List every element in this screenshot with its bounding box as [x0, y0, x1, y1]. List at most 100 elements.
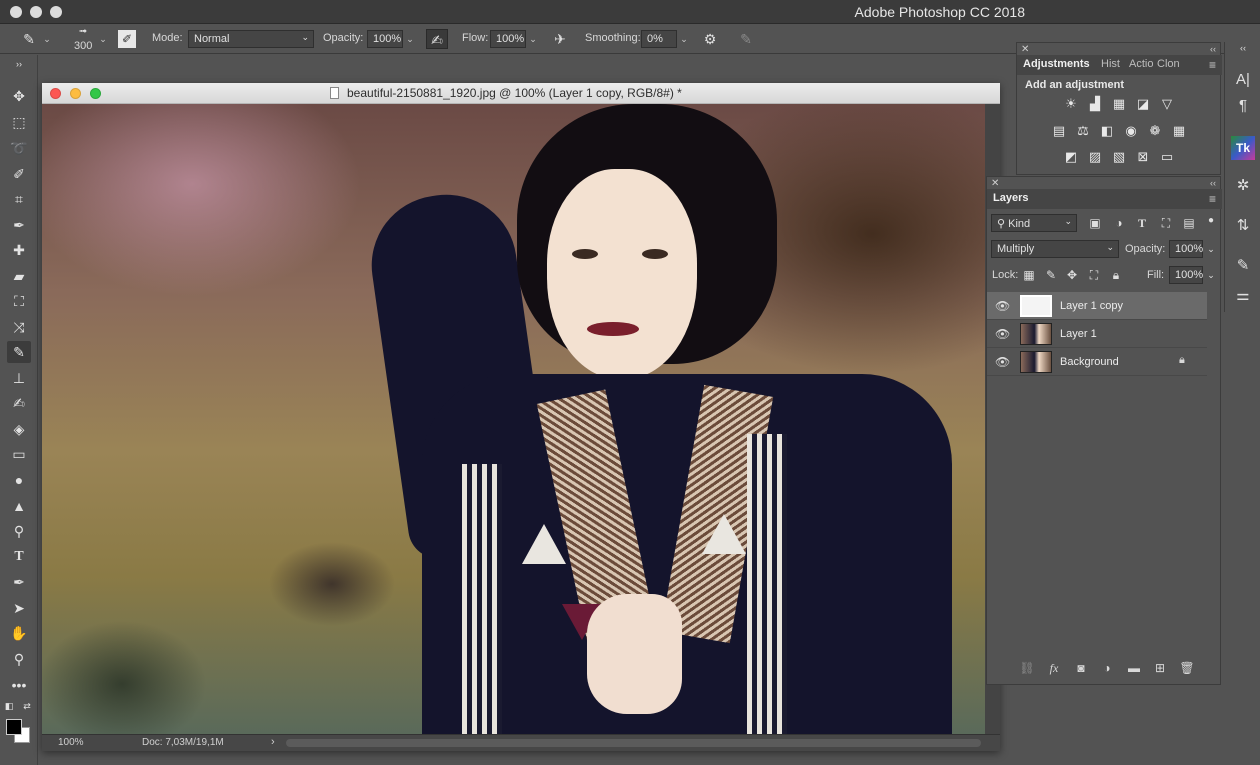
lock-image-pixels-icon[interactable]: ✎: [1043, 267, 1059, 283]
horizontal-scrollbar[interactable]: [286, 739, 981, 747]
link-layers-icon[interactable]: ⛓: [1018, 660, 1036, 676]
filter-toggle-icon[interactable]: ●: [1203, 213, 1219, 229]
default-colors-icon[interactable]: ◧: [2, 700, 16, 712]
crop-tool-icon[interactable]: ⌗: [7, 188, 31, 210]
visibility-eye-icon[interactable]: 👁︎: [995, 327, 1010, 341]
layer-row[interactable]: 👁︎ Layer 1 copy: [987, 292, 1207, 320]
patch-tool-icon[interactable]: ⤨: [7, 316, 31, 338]
opacity-input[interactable]: 100%: [367, 30, 403, 48]
new-group-folder-icon[interactable]: ▬: [1125, 660, 1143, 676]
tk-plugin-icon[interactable]: Tk: [1231, 136, 1255, 160]
lasso-tool-icon[interactable]: ➰: [7, 137, 31, 159]
doc-close-button[interactable]: [50, 88, 61, 99]
vibrance-icon[interactable]: ▽: [1158, 95, 1176, 113]
photo-filter-icon[interactable]: ◉: [1122, 122, 1140, 140]
panel-menu-icon[interactable]: ≡: [1209, 58, 1216, 72]
gradient-map-icon[interactable]: ▭: [1158, 148, 1176, 166]
close-icon[interactable]: ✕: [991, 178, 999, 189]
status-menu-arrow-icon[interactable]: ›: [271, 736, 275, 748]
add-mask-icon[interactable]: ◙: [1072, 660, 1090, 676]
visibility-eye-icon[interactable]: 👁︎: [995, 299, 1010, 313]
zoom-level[interactable]: 100%: [58, 737, 84, 748]
levels-icon[interactable]: ▟: [1086, 95, 1104, 113]
collapse-panel-icon[interactable]: ‹‹: [1210, 178, 1216, 188]
layer-name[interactable]: Layer 1: [1060, 328, 1097, 340]
doc-minimize-button[interactable]: [70, 88, 81, 99]
eyedropper-tool-icon[interactable]: ✒: [7, 214, 31, 236]
clone-stamp-tool-icon[interactable]: ⊥: [7, 367, 31, 389]
collapse-strip-icon[interactable]: ‹‹: [1231, 42, 1255, 54]
doc-zoom-button[interactable]: [90, 88, 101, 99]
collapse-panel-icon[interactable]: ‹‹: [1210, 44, 1216, 54]
eraser-tool-icon[interactable]: ◈: [7, 418, 31, 440]
layer-row[interactable]: 👁︎ Background 🔒︎: [987, 348, 1207, 376]
color-balance-icon[interactable]: ⚖: [1074, 122, 1092, 140]
layer-opacity-input[interactable]: 100%: [1169, 240, 1203, 258]
tab-actions[interactable]: Actio: [1129, 58, 1153, 70]
brush-size-value[interactable]: 300: [74, 40, 92, 52]
type-tool-icon[interactable]: T: [7, 546, 31, 568]
blend-mode-select[interactable]: Multiply ⌄: [991, 240, 1119, 258]
tool-preset-dropdown-icon[interactable]: ⌄: [40, 30, 54, 48]
channel-mixer-icon[interactable]: ❁: [1146, 122, 1164, 140]
history-brush-tool-icon[interactable]: ✍: [7, 392, 31, 414]
filter-shape-icon[interactable]: ⛶: [1158, 215, 1174, 231]
navigator-panel-icon[interactable]: ✲: [1231, 174, 1255, 198]
document-titlebar[interactable]: beautiful-2150881_1920.jpg @ 100% (Layer…: [42, 83, 1000, 104]
zoom-tool-icon[interactable]: ⚲: [7, 648, 31, 670]
window-zoom-button[interactable]: [50, 6, 62, 18]
collapse-toolbar-icon[interactable]: ››: [7, 59, 31, 69]
window-close-button[interactable]: [10, 6, 22, 18]
layer-name[interactable]: Layer 1 copy: [1060, 300, 1123, 312]
trash-icon[interactable]: 🗑︎: [1178, 660, 1196, 676]
blur-tool-icon[interactable]: ●: [7, 469, 31, 491]
pressure-opacity-icon[interactable]: ✍: [426, 29, 448, 49]
hand-tool-icon[interactable]: ✋: [7, 622, 31, 644]
more-tools-icon[interactable]: •••: [7, 674, 31, 696]
brush-picker-dropdown-icon[interactable]: ⌄: [96, 30, 110, 48]
visibility-eye-icon[interactable]: 👁︎: [995, 355, 1010, 369]
panel-menu-icon[interactable]: ≡: [1209, 192, 1216, 206]
dodge-tool-icon[interactable]: ⚲: [7, 520, 31, 542]
swap-colors-icon[interactable]: ⇄: [20, 700, 34, 712]
close-icon[interactable]: ✕: [1021, 44, 1029, 55]
lock-artboard-icon[interactable]: ⛶: [1086, 267, 1102, 283]
filter-smart-object-icon[interactable]: ▤: [1181, 215, 1197, 231]
healing-brush-tool-icon[interactable]: ✚: [7, 239, 31, 261]
pressure-size-icon[interactable]: ✎: [735, 29, 757, 49]
flow-dropdown-icon[interactable]: ⌄: [526, 30, 540, 48]
frame-tool-icon[interactable]: ⛶: [7, 290, 31, 312]
filter-type-icon[interactable]: T: [1134, 215, 1150, 231]
lock-transparent-pixels-icon[interactable]: ▦: [1021, 267, 1037, 283]
character-panel-icon[interactable]: A|: [1231, 68, 1255, 92]
hue-saturation-icon[interactable]: ▤: [1050, 122, 1068, 140]
pencil-ruler-icon[interactable]: ▰: [7, 265, 31, 287]
glyphs-panel-icon[interactable]: ⇅: [1231, 214, 1255, 238]
brush-settings-icon[interactable]: ✎: [1231, 254, 1255, 278]
tab-layers[interactable]: Layers: [993, 192, 1028, 204]
color-lookup-icon[interactable]: ▦: [1170, 122, 1188, 140]
new-adjustment-layer-icon[interactable]: ◑: [1098, 660, 1116, 676]
mode-select[interactable]: Normal ⌄: [188, 30, 314, 48]
filter-pixel-icon[interactable]: ▣: [1087, 215, 1103, 231]
threshold-icon[interactable]: ▧: [1110, 148, 1128, 166]
opacity-dropdown-icon[interactable]: ⌄: [1203, 241, 1219, 257]
fill-dropdown-icon[interactable]: ⌄: [1203, 267, 1219, 283]
invert-icon[interactable]: ◩: [1062, 148, 1080, 166]
tab-history[interactable]: Hist: [1101, 58, 1120, 70]
tool-preset-brush-icon[interactable]: ✎: [18, 29, 40, 49]
opacity-dropdown-icon[interactable]: ⌄: [403, 30, 417, 48]
layer-row[interactable]: 👁︎ Layer 1: [987, 320, 1207, 348]
paragraph-panel-icon[interactable]: ¶: [1231, 94, 1255, 118]
tab-adjustments[interactable]: Adjustments: [1023, 58, 1090, 70]
pen-tool-icon[interactable]: ✒: [7, 571, 31, 593]
properties-panel-icon[interactable]: ⚌: [1231, 284, 1255, 308]
brush-settings-panel-icon[interactable]: ✐: [118, 30, 136, 48]
lock-all-icon[interactable]: 🔒︎: [1108, 267, 1124, 283]
foreground-color-swatch[interactable]: [6, 719, 22, 735]
lock-icon[interactable]: 🔒︎: [1179, 354, 1185, 367]
airbrush-icon[interactable]: ✈: [549, 29, 571, 49]
tab-clone-source[interactable]: Clon: [1157, 58, 1180, 70]
move-tool-icon[interactable]: ✥: [7, 85, 31, 107]
layer-name[interactable]: Background: [1060, 356, 1119, 368]
